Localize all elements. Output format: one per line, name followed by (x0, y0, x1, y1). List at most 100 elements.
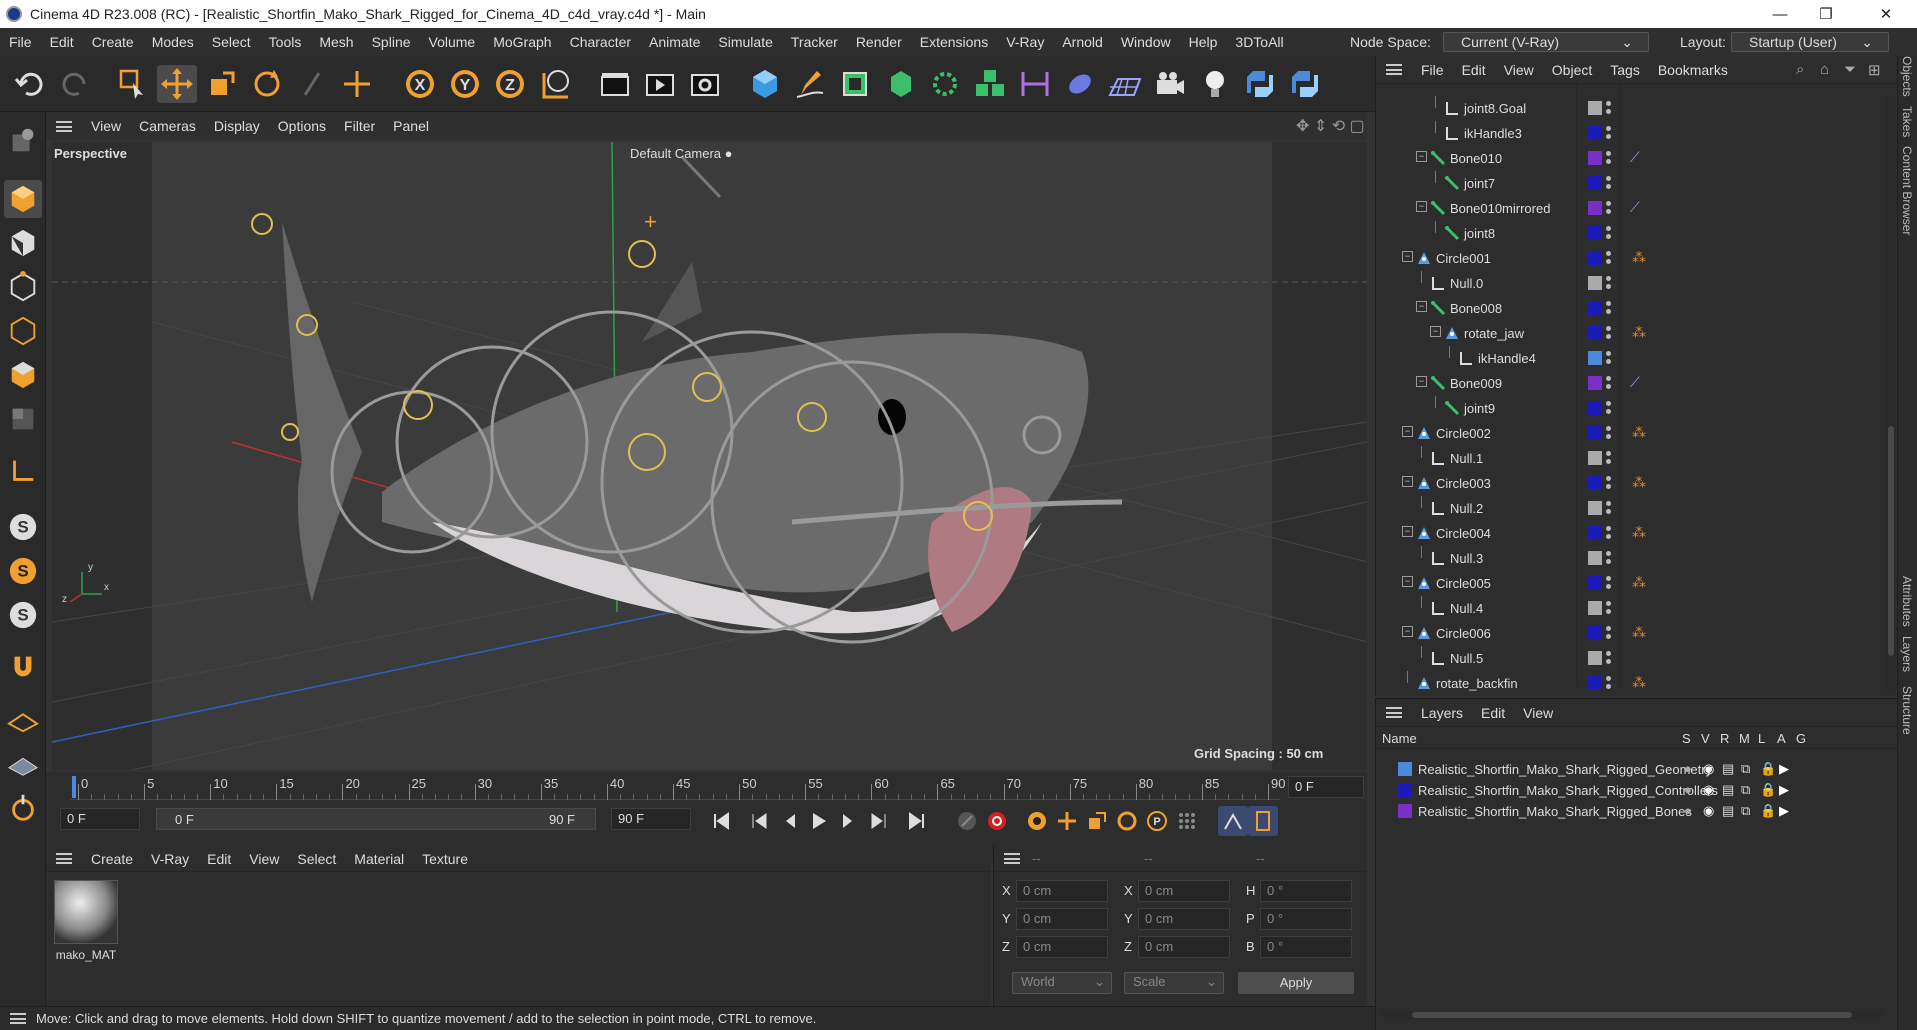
object-row-circle001[interactable]: − Circle001 ⁂ (1376, 246, 1886, 271)
object-row-circle005[interactable]: − Circle005 ⁂ (1376, 571, 1886, 596)
layer-col-r[interactable]: R (1720, 731, 1729, 746)
material-menu-v-ray[interactable]: V-Ray (142, 851, 198, 867)
animation-icon[interactable]: ▶ (1779, 782, 1789, 798)
menu-render[interactable]: Render (847, 34, 911, 50)
side-tab-objects[interactable]: Objects (1900, 56, 1914, 97)
mograph-cloner-button[interactable] (970, 65, 1010, 103)
snap-button[interactable]: S (4, 508, 42, 546)
object-row-joint8[interactable]: joint8 (1376, 221, 1886, 246)
menu-tracker[interactable]: Tracker (782, 34, 847, 50)
frame-range-slider[interactable]: 0 F 90 F (156, 808, 596, 830)
animation-icon[interactable]: ▶ (1779, 761, 1789, 777)
live-selection-button[interactable] (112, 65, 152, 103)
object-row-circle003[interactable]: − Circle003 ⁂ (1376, 471, 1886, 496)
viewport-menu-panel[interactable]: Panel (384, 118, 438, 134)
viewport-menu-cameras[interactable]: Cameras (130, 118, 205, 134)
eye-icon[interactable]: ◉ (1703, 803, 1714, 819)
material-item[interactable]: mako_MAT (54, 880, 118, 962)
collapse-toggle-icon[interactable]: − (1416, 201, 1427, 212)
pen-spline-button[interactable] (790, 65, 830, 103)
goto-start-button[interactable] (706, 806, 736, 836)
layer-color-swatch[interactable] (1588, 551, 1602, 565)
size-field[interactable]: 0 cm (1138, 880, 1230, 902)
object-menu-object[interactable]: Object (1543, 62, 1601, 78)
apply-button[interactable]: Apply (1238, 972, 1354, 994)
layer-color-swatch[interactable] (1588, 126, 1602, 140)
perspective-viewport[interactable]: + Perspective Default Camera ● Grid Spac… (52, 142, 1367, 770)
make-editable-button[interactable] (4, 122, 42, 160)
collapse-toggle-icon[interactable]: − (1402, 526, 1413, 537)
layer-row[interactable]: Realistic_Shortfin_Mako_Shark_Rigged_Geo… (1376, 759, 1898, 780)
layer-color-swatch[interactable] (1588, 151, 1602, 165)
visibility-dots-icon[interactable] (1606, 100, 1612, 116)
material-menu-edit[interactable]: Edit (198, 851, 240, 867)
menu-extensions[interactable]: Extensions (911, 34, 997, 50)
visibility-dots-icon[interactable] (1606, 350, 1612, 366)
position-field[interactable]: 0 cm (1016, 908, 1108, 930)
side-tab-takes[interactable]: Takes (1900, 106, 1914, 137)
collapse-toggle-icon[interactable]: − (1416, 151, 1427, 162)
side-tab-content-browser[interactable]: Content Browser (1900, 146, 1914, 235)
visibility-dots-icon[interactable] (1606, 150, 1612, 166)
prev-key-button[interactable] (744, 806, 774, 836)
collapse-toggle-icon[interactable]: − (1416, 301, 1427, 312)
layer-color-swatch[interactable] (1588, 326, 1602, 340)
lock-icon[interactable]: 🔒 (1760, 782, 1776, 798)
floor-button[interactable] (1105, 65, 1145, 103)
hamburger-icon[interactable] (56, 120, 72, 132)
viewport-menu-options[interactable]: Options (269, 118, 335, 134)
menu-spline[interactable]: Spline (363, 34, 420, 50)
object-tree-scrollbar[interactable] (1886, 96, 1896, 692)
close-button[interactable]: ✕ (1863, 0, 1909, 28)
next-frame-button[interactable] (834, 806, 864, 836)
object-row-joint7[interactable]: joint7 (1376, 171, 1886, 196)
visibility-dots-icon[interactable] (1606, 525, 1612, 541)
layer-color-swatch[interactable] (1588, 601, 1602, 615)
xpresso-tag-icon[interactable]: ⁂ (1632, 324, 1646, 341)
menu-animate[interactable]: Animate (640, 34, 709, 50)
visibility-dots-icon[interactable] (1606, 500, 1612, 516)
snap-settings-button[interactable]: S (4, 552, 42, 590)
menu-character[interactable]: Character (561, 34, 640, 50)
layer-color-swatch[interactable] (1588, 476, 1602, 490)
xpresso-tag-icon[interactable]: ⁂ (1632, 524, 1646, 541)
render-settings-button[interactable] (685, 65, 725, 103)
collapse-toggle-icon[interactable]: − (1402, 426, 1413, 437)
rotation-field[interactable]: 0 ° (1260, 908, 1352, 930)
layer-color-swatch[interactable] (1588, 626, 1602, 640)
menu-select[interactable]: Select (203, 34, 260, 50)
size-mode-select[interactable]: Scale ⌄ (1124, 972, 1224, 994)
lock-icon[interactable]: 🔒 (1760, 761, 1776, 777)
layer-color-swatch[interactable] (1588, 526, 1602, 540)
scrollbar-thumb[interactable] (1888, 426, 1894, 656)
hamburger-icon[interactable] (10, 1013, 26, 1024)
layer-color-swatch[interactable] (1398, 783, 1412, 797)
ik-tag-icon[interactable]: ⟋ (1630, 199, 1640, 216)
object-row-circle006[interactable]: − Circle006 ⁂ (1376, 621, 1886, 646)
solo-dot-icon[interactable]: ● (1684, 803, 1692, 818)
active-camera-label[interactable]: Default Camera ● (630, 146, 733, 161)
render-to-picture-viewer-button[interactable] (640, 65, 680, 103)
uv-mode-button[interactable] (4, 400, 42, 438)
visibility-dots-icon[interactable] (1606, 450, 1612, 466)
timeline-window-button[interactable] (1248, 806, 1278, 836)
xpresso-tag-icon[interactable]: ⁂ (1632, 424, 1646, 441)
object-row-joint9[interactable]: joint9 (1376, 396, 1886, 421)
keyframe-selection-button[interactable] (1022, 806, 1052, 836)
object-menu-bookmarks[interactable]: Bookmarks (1649, 62, 1737, 78)
object-menu-edit[interactable]: Edit (1453, 62, 1495, 78)
material-menu-select[interactable]: Select (288, 851, 345, 867)
layer-color-swatch[interactable] (1588, 401, 1602, 415)
menu-modes[interactable]: Modes (143, 34, 203, 50)
render-icon[interactable]: ▤ (1722, 803, 1734, 819)
object-row-rotate-backfin[interactable]: rotate_backfin ⁂ (1376, 671, 1886, 696)
object-row-null-0[interactable]: Null.0 (1376, 271, 1886, 296)
collapse-toggle-icon[interactable]: − (1402, 251, 1413, 262)
viewport-menu-filter[interactable]: Filter (335, 118, 384, 134)
home-icon[interactable]: ⌂ (1820, 61, 1829, 78)
object-row-null-5[interactable]: Null.5 (1376, 646, 1886, 671)
tweak-mode-button[interactable] (4, 788, 42, 826)
layer-color-swatch[interactable] (1588, 101, 1602, 115)
object-row-circle004[interactable]: − Circle004 ⁂ (1376, 521, 1886, 546)
layer-color-swatch[interactable] (1398, 762, 1412, 776)
